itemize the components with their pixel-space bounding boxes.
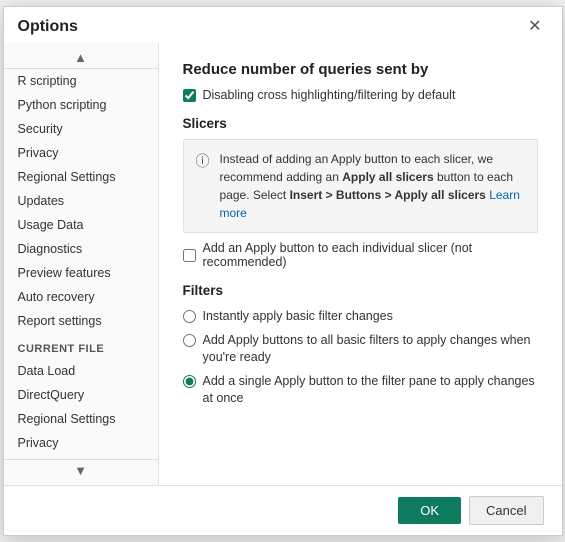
slicer-info-text: Instead of adding an Apply button to eac…	[220, 150, 525, 222]
current-file-section-label: CURRENT FILE	[4, 333, 158, 359]
sidebar-item-updates[interactable]: Updates	[4, 189, 158, 213]
info-bold-2: Insert > Buttons > Apply all slicers	[290, 188, 486, 202]
slicer-info-box: ⓘ Instead of adding an Apply button to e…	[183, 139, 538, 233]
info-icon: ⓘ	[196, 151, 210, 222]
filters-radio-group: Instantly apply basic filter changes Add…	[183, 308, 538, 408]
sidebar-item-python-scripting[interactable]: Python scripting	[4, 93, 158, 117]
dialog-title: Options	[18, 18, 78, 36]
radio-instant[interactable]	[183, 310, 196, 323]
filters-title: Filters	[183, 283, 538, 298]
sidebar-item-regional-settings[interactable]: Regional Settings	[4, 165, 158, 189]
sidebar-scroll: R scripting Python scripting Security Pr…	[4, 69, 158, 459]
title-bar: Options ✕	[4, 7, 562, 43]
sidebar-item-preview-features[interactable]: Preview features	[4, 261, 158, 285]
disabling-checkbox-label[interactable]: Disabling cross highlighting/filtering b…	[203, 88, 456, 102]
radio-row-single-apply: Add a single Apply button to the filter …	[183, 373, 538, 408]
cancel-button[interactable]: Cancel	[469, 496, 543, 525]
sidebar-item-security[interactable]: Security	[4, 117, 158, 141]
sidebar-item-diagnostics[interactable]: Diagnostics	[4, 237, 158, 261]
radio-row-instant: Instantly apply basic filter changes	[183, 308, 538, 326]
disabling-checkbox-row: Disabling cross highlighting/filtering b…	[183, 88, 538, 102]
radio-instant-label[interactable]: Instantly apply basic filter changes	[203, 308, 393, 326]
scroll-up-arrow[interactable]: ▲	[4, 47, 158, 69]
options-dialog: Options ✕ ▲ R scripting Python scripting…	[3, 6, 563, 536]
info-bold-1: Apply all slicers	[342, 170, 433, 184]
sidebar-item-report-settings[interactable]: Report settings	[4, 309, 158, 333]
sidebar-item-directquery[interactable]: DirectQuery	[4, 383, 158, 407]
radio-single-apply-label[interactable]: Add a single Apply button to the filter …	[203, 373, 538, 408]
scroll-down-arrow[interactable]: ▼	[4, 459, 158, 481]
radio-row-add-apply: Add Apply buttons to all basic filters t…	[183, 332, 538, 367]
close-button[interactable]: ✕	[522, 17, 547, 37]
slicer-apply-checkbox[interactable]	[183, 249, 196, 262]
radio-add-apply-label[interactable]: Add Apply buttons to all basic filters t…	[203, 332, 538, 367]
sidebar-item-auto-recovery[interactable]: Auto recovery	[4, 285, 158, 309]
sidebar-item-usage-data[interactable]: Usage Data	[4, 213, 158, 237]
main-content: Reduce number of queries sent by Disabli…	[159, 43, 562, 485]
slicers-title: Slicers	[183, 116, 538, 131]
sidebar-item-regional-settings-file[interactable]: Regional Settings	[4, 407, 158, 431]
sidebar-item-data-load[interactable]: Data Load	[4, 359, 158, 383]
ok-button[interactable]: OK	[398, 497, 461, 524]
main-heading: Reduce number of queries sent by	[183, 61, 538, 78]
slicer-apply-label[interactable]: Add an Apply button to each individual s…	[203, 241, 538, 269]
radio-add-apply[interactable]	[183, 334, 196, 347]
sidebar-item-privacy[interactable]: Privacy	[4, 141, 158, 165]
sidebar-item-r-scripting[interactable]: R scripting	[4, 69, 158, 93]
sidebar: ▲ R scripting Python scripting Security …	[4, 43, 159, 485]
dialog-footer: OK Cancel	[4, 485, 562, 535]
dialog-body: ▲ R scripting Python scripting Security …	[4, 43, 562, 485]
radio-single-apply[interactable]	[183, 375, 196, 388]
slicer-apply-checkbox-row: Add an Apply button to each individual s…	[183, 241, 538, 269]
disabling-checkbox[interactable]	[183, 89, 196, 102]
sidebar-item-privacy-file[interactable]: Privacy	[4, 431, 158, 455]
